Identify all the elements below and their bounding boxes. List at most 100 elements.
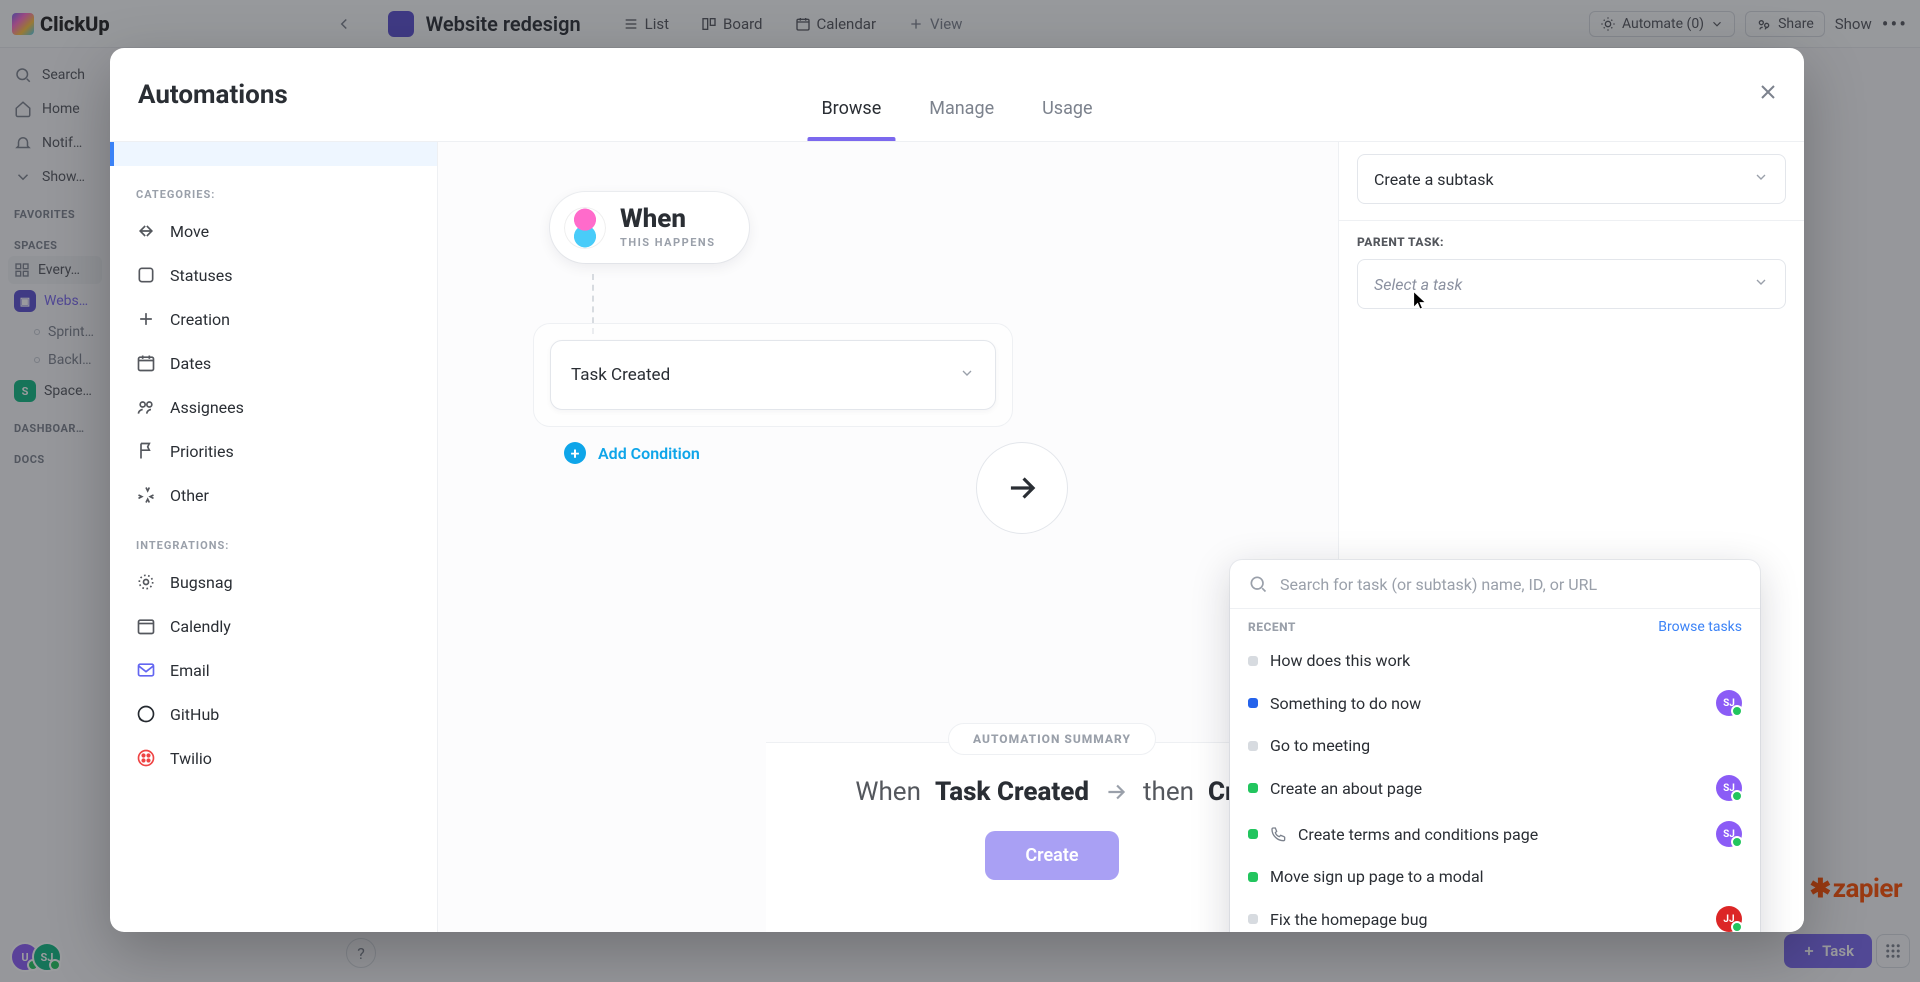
automations-modal: Automations Browse Manage Usage CATEGORI… — [110, 48, 1804, 932]
task-option[interactable]: How does this work — [1230, 641, 1760, 680]
category-item-other[interactable]: Other — [110, 473, 437, 517]
bugsnag-icon — [136, 572, 156, 592]
github-icon — [136, 704, 156, 724]
categories-heading: CATEGORIES: — [110, 166, 437, 209]
creation-icon — [136, 309, 156, 329]
category-item-priorities[interactable]: Priorities — [110, 429, 437, 473]
popover-head-row: RECENT Browse tasks — [1230, 609, 1760, 641]
category-item-statuses[interactable]: Statuses — [110, 253, 437, 297]
task-option-label: Fix the homepage bug — [1270, 910, 1428, 929]
modal-title: Automations — [138, 80, 288, 110]
browse-tasks-link[interactable]: Browse tasks — [1658, 619, 1742, 635]
category-item-dates[interactable]: Dates — [110, 341, 437, 385]
sidebar-item-selected[interactable] — [110, 142, 437, 166]
recent-label: RECENT — [1248, 620, 1296, 634]
task-option[interactable]: Fix the homepage bug JJ — [1230, 896, 1760, 932]
task-option[interactable]: Something to do now SJ — [1230, 680, 1760, 726]
create-button[interactable]: Create — [985, 831, 1118, 880]
close-icon — [1756, 80, 1780, 104]
plus-icon: + — [564, 442, 586, 464]
status-color-icon — [1248, 914, 1258, 924]
integration-item-email[interactable]: Email — [110, 648, 437, 692]
task-option[interactable]: Go to meeting — [1230, 726, 1760, 765]
status-color-icon — [1248, 829, 1258, 839]
integration-item-github[interactable]: GitHub — [110, 692, 437, 736]
assignee-avatar: SJ — [1716, 690, 1742, 716]
parent-task-label: PARENT TASK: — [1357, 235, 1786, 249]
summary-chip: AUTOMATION SUMMARY — [948, 723, 1156, 755]
status-color-icon — [1248, 783, 1258, 793]
action-select[interactable]: Create a subtask — [1357, 154, 1786, 204]
calendly-icon — [136, 616, 156, 636]
category-item-move[interactable]: Move — [110, 209, 437, 253]
tab-browse[interactable]: Browse — [817, 84, 885, 141]
assignee-avatar: SJ — [1716, 821, 1742, 847]
category-label: Priorities — [170, 442, 234, 461]
category-label: Other — [170, 486, 209, 505]
statuses-icon — [136, 265, 156, 285]
assignees-icon — [136, 397, 156, 417]
category-label: Assignees — [170, 398, 244, 417]
integration-label: Calendly — [170, 617, 231, 636]
category-label: Dates — [170, 354, 211, 373]
add-condition-button[interactable]: + Add Condition — [564, 442, 700, 464]
tab-usage[interactable]: Usage — [1038, 84, 1096, 141]
task-option-label: Move sign up page to a modal — [1270, 867, 1484, 886]
integration-label: GitHub — [170, 705, 219, 724]
category-item-assignees[interactable]: Assignees — [110, 385, 437, 429]
then-arrow — [976, 442, 1068, 534]
summary-trigger: Task Created — [935, 777, 1089, 807]
search-icon — [1248, 574, 1268, 594]
trigger-select[interactable]: Task Created — [550, 340, 996, 410]
assignee-avatar: JJ — [1716, 906, 1742, 932]
integration-label: Twilio — [170, 749, 212, 768]
integration-item-bugsnag[interactable]: Bugsnag — [110, 560, 437, 604]
dates-icon — [136, 353, 156, 373]
chevron-down-icon — [1753, 274, 1769, 294]
action-value: Create a subtask — [1374, 170, 1494, 189]
chevron-down-icon — [1753, 169, 1769, 189]
arrow-right-icon — [1103, 779, 1129, 805]
twilio-icon — [136, 748, 156, 768]
summary-line: When Task Created then Cre — [855, 777, 1248, 807]
task-option[interactable]: Create an about page SJ — [1230, 765, 1760, 811]
integration-label: Email — [170, 661, 210, 680]
task-search-popover: RECENT Browse tasks How does this work So… — [1230, 560, 1760, 932]
priorities-icon — [136, 441, 156, 461]
popover-search-input[interactable] — [1280, 575, 1742, 594]
phone-icon — [1270, 826, 1286, 842]
tab-manage[interactable]: Manage — [925, 84, 998, 141]
integration-label: Bugsnag — [170, 573, 233, 592]
status-color-icon — [1248, 656, 1258, 666]
status-color-icon — [1248, 741, 1258, 751]
divider — [1339, 220, 1804, 221]
move-icon — [136, 221, 156, 241]
integration-item-calendly[interactable]: Calendly — [110, 604, 437, 648]
task-option-label: Something to do now — [1270, 694, 1421, 713]
parent-task-select[interactable]: Select a task — [1357, 259, 1786, 309]
assignee-avatar: SJ — [1716, 775, 1742, 801]
integrations-heading: INTEGRATIONS: — [110, 517, 437, 560]
close-button[interactable] — [1752, 76, 1784, 108]
task-option-label: Create an about page — [1270, 779, 1422, 798]
chevron-down-icon — [959, 365, 975, 385]
status-color-icon — [1248, 872, 1258, 882]
categories-sidebar: CATEGORIES: Move StatusesCreation Dates Ass… — [110, 142, 438, 932]
when-badge-icon — [564, 207, 606, 249]
task-option[interactable]: Create terms and conditions page SJ — [1230, 811, 1760, 857]
when-subtitle: THIS HAPPENS — [620, 236, 715, 249]
category-item-creation[interactable]: Creation — [110, 297, 437, 341]
task-option[interactable]: Move sign up page to a modal — [1230, 857, 1760, 896]
summary-when: When — [855, 777, 921, 807]
category-label: Move — [170, 222, 209, 241]
task-option-label: Create terms and conditions page — [1298, 825, 1538, 844]
modal-tabs: Browse Manage Usage — [817, 84, 1096, 141]
add-condition-label: Add Condition — [598, 444, 700, 463]
summary-then: then — [1143, 777, 1194, 807]
integration-item-twilio[interactable]: Twilio — [110, 736, 437, 780]
task-option-label: How does this work — [1270, 651, 1410, 670]
email-icon — [136, 660, 156, 680]
modal-header: Automations Browse Manage Usage — [110, 48, 1804, 142]
parent-task-placeholder: Select a task — [1374, 275, 1462, 294]
trigger-value: Task Created — [571, 365, 670, 385]
